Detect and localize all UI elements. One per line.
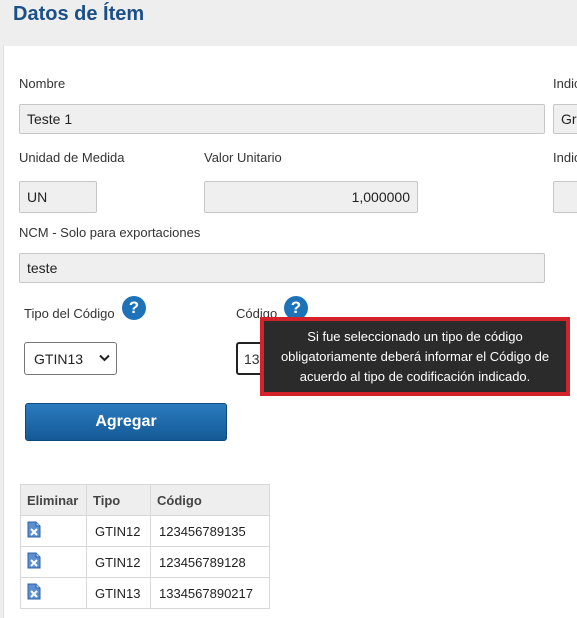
file-delete-icon[interactable] [27, 521, 41, 538]
chevron-down-icon [99, 354, 110, 362]
tooltip-line: obligatoriamente deberá informar el Códi… [280, 348, 550, 364]
tipo-cell: GTIN12 [86, 515, 151, 547]
nombre-label: Nombre [19, 76, 66, 91]
delete-cell [20, 546, 87, 578]
col-codigo: Código [150, 484, 270, 516]
delete-cell [20, 577, 87, 609]
indicador-2-label: Indic [553, 150, 577, 165]
indicador-field[interactable]: Gr [553, 104, 577, 134]
unidad-label: Unidad de Medida [19, 150, 125, 165]
valor-unitario-label: Valor Unitario [204, 150, 282, 165]
nombre-field[interactable]: Teste 1 [19, 104, 545, 134]
col-tipo: Tipo [86, 484, 151, 516]
ncm-field[interactable]: teste [19, 253, 545, 283]
indicador-label: Indic [553, 76, 577, 91]
question-circle-icon[interactable]: ? [122, 296, 146, 320]
file-delete-icon[interactable] [27, 552, 41, 569]
tipo-codigo-label: Tipo del Código [24, 306, 115, 321]
ncm-label: NCM - Solo para exportaciones [19, 225, 201, 240]
tipo-cell: GTIN13 [86, 577, 151, 609]
delete-cell [20, 515, 87, 547]
agregar-button[interactable]: Agregar [25, 403, 227, 441]
codes-table: Eliminar Tipo Código GTIN12 123456789135… [20, 484, 270, 609]
table-row: GTIN13 1334567890217 [20, 577, 270, 609]
unidad-field[interactable]: UN [19, 181, 97, 213]
col-eliminar: Eliminar [20, 484, 87, 516]
valor-unitario-field[interactable]: 1,000000 [204, 181, 418, 213]
codigo-cell: 1334567890217 [150, 577, 270, 609]
page-header: Datos de Ítem [0, 0, 577, 46]
tooltip-line: acuerdo al tipo de codificación indicado… [299, 368, 531, 384]
tipo-codigo-select[interactable]: GTIN13 [24, 342, 117, 375]
help-tooltip: Si fue seleccionado un tipo de código ob… [260, 317, 570, 396]
codigo-cell: 123456789128 [150, 546, 270, 578]
tipo-cell: GTIN12 [86, 546, 151, 578]
page-title: Datos de Ítem [13, 3, 145, 25]
table-header-row: Eliminar Tipo Código [20, 484, 270, 516]
table-row: GTIN12 123456789135 [20, 515, 270, 547]
table-row: GTIN12 123456789128 [20, 546, 270, 578]
file-delete-icon[interactable] [27, 583, 41, 600]
tooltip-line: Si fue seleccionado un tipo de código [307, 328, 523, 344]
codigo-cell: 123456789135 [150, 515, 270, 547]
tipo-codigo-value: GTIN13 [34, 350, 84, 367]
indicador-2-field[interactable] [553, 181, 577, 213]
item-form-panel: Nombre Teste 1 Indic Gr Unidad de Medida… [3, 46, 577, 618]
